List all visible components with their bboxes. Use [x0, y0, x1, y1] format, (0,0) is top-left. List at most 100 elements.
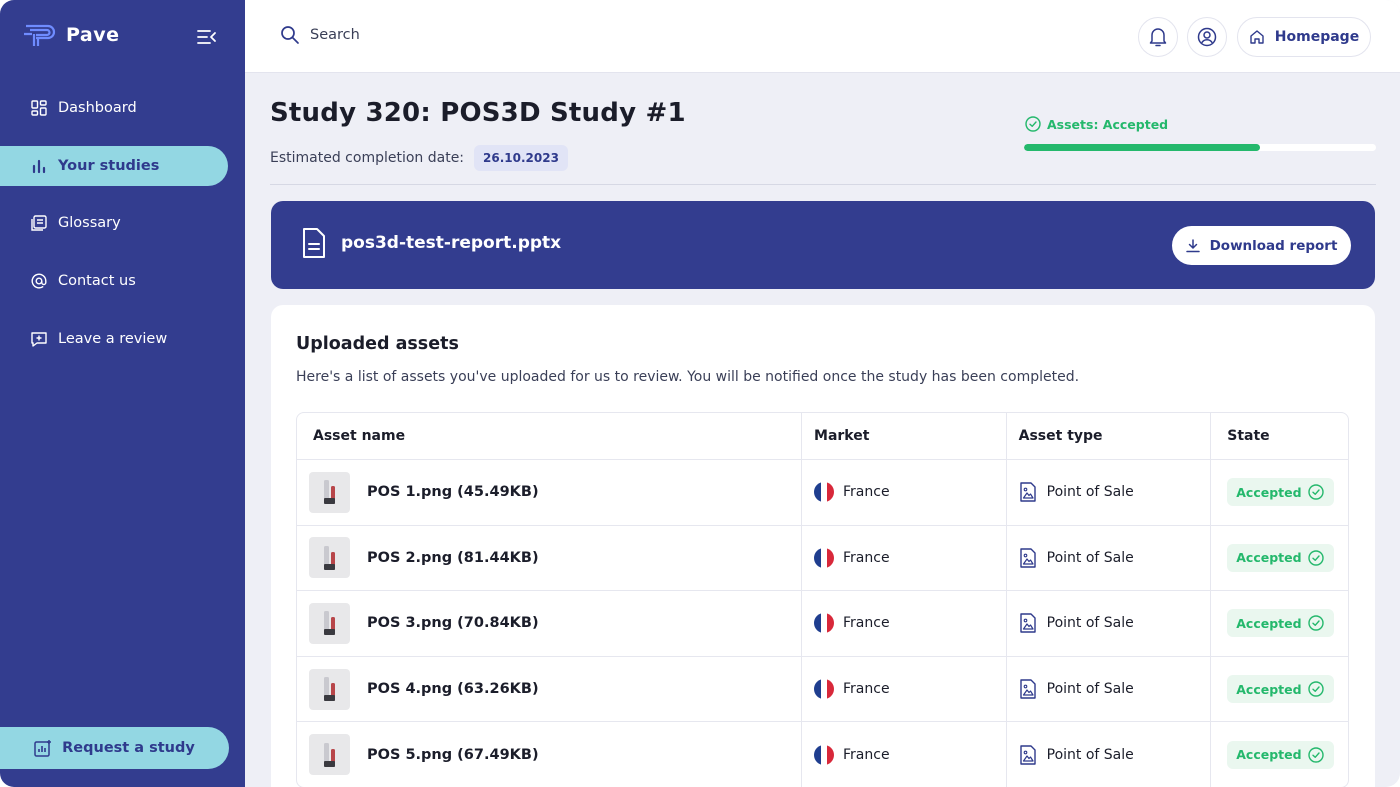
check-circle-icon: [1307, 615, 1324, 632]
france-flag-icon: [814, 547, 835, 568]
table-body: POS 1.png (45.49KB) France Point of Sale…: [297, 459, 1348, 787]
sidebar-item-leave-review[interactable]: Leave a review: [0, 319, 245, 359]
bell-icon: [1149, 28, 1167, 47]
check-circle-icon: [1307, 484, 1324, 500]
france-flag-icon: [814, 679, 835, 700]
asset-thumbnail[interactable]: [309, 537, 350, 579]
state-cell: Accepted: [1211, 722, 1348, 787]
table-row[interactable]: POS 4.png (63.26KB) France Point of Sale…: [297, 655, 1348, 722]
homepage-button[interactable]: Homepage: [1237, 17, 1371, 57]
state-label: Accepted: [1236, 484, 1302, 500]
homepage-label: Homepage: [1274, 29, 1360, 45]
france-flag-icon: [814, 744, 835, 765]
asset-type-cell: Point of Sale: [1007, 656, 1212, 722]
market-name: France: [843, 484, 890, 501]
study-progress-bar: [1024, 144, 1376, 151]
column-header-state[interactable]: State: [1211, 413, 1348, 459]
request-chart-icon: [34, 740, 52, 757]
asset-type-cell: Point of Sale: [1007, 460, 1212, 525]
study-status: Assets: Accepted: [1025, 116, 1168, 132]
asset-type: Point of Sale: [1046, 484, 1134, 501]
sidebar-item-label: Contact us: [58, 273, 136, 290]
asset-type-cell: Point of Sale: [1007, 722, 1212, 787]
sidebar-item-contact-us[interactable]: Contact us: [0, 261, 245, 301]
state-badge: Accepted: [1227, 478, 1334, 507]
column-header-asset-type[interactable]: Asset type: [1007, 413, 1212, 459]
state-badge: Accepted: [1227, 675, 1334, 704]
market-cell: France: [802, 722, 1007, 787]
table-row[interactable]: POS 5.png (67.49KB) France Point of Sale…: [297, 721, 1348, 787]
state-label: Accepted: [1236, 681, 1302, 697]
asset-name[interactable]: POS 3.png (70.84KB): [367, 615, 539, 631]
home-icon: [1250, 30, 1264, 44]
sidebar-item-glossary[interactable]: Glossary: [0, 203, 245, 243]
pave-logo-icon: [24, 24, 56, 46]
assets-table: Asset name Market Asset type State POS 1…: [296, 412, 1349, 787]
table-row[interactable]: POS 3.png (70.84KB) France Point of Sale…: [297, 590, 1348, 656]
sidebar-nav: Dashboard Your studies Glossary Contact …: [0, 88, 245, 376]
request-study-label: Request a study: [62, 740, 195, 756]
state-label: Accepted: [1236, 615, 1302, 631]
column-header-market[interactable]: Market: [802, 413, 1007, 459]
asset-name[interactable]: POS 1.png (45.49KB): [367, 484, 539, 500]
asset-name-cell: POS 5.png (67.49KB): [297, 722, 803, 787]
collapse-menu-icon: [197, 30, 216, 44]
table-header: Asset name Market Asset type State: [297, 413, 1348, 459]
point-of-sale-icon: [1019, 548, 1037, 568]
column-header-asset-name[interactable]: Asset name: [297, 413, 803, 459]
market-name: France: [843, 681, 890, 698]
market-cell: France: [802, 656, 1007, 722]
request-study-button[interactable]: Request a study: [0, 727, 229, 769]
state-cell: Accepted: [1211, 591, 1348, 656]
france-flag-icon: [814, 613, 835, 634]
search-input[interactable]: Search: [280, 25, 360, 45]
sidebar-item-dashboard[interactable]: Dashboard: [0, 88, 245, 128]
logo[interactable]: Pave: [24, 22, 120, 48]
market-cell: France: [802, 591, 1007, 656]
profile-button[interactable]: [1187, 17, 1227, 57]
app-window: Pave Dashboard Your studies Glossary Con…: [0, 0, 1400, 787]
check-circle-icon: [1307, 681, 1324, 697]
section-description: Here's a list of assets you've uploaded …: [296, 369, 1080, 385]
sidebar-item-your-studies[interactable]: Your studies: [0, 145, 228, 186]
table-row[interactable]: POS 2.png (81.44KB) France Point of Sale…: [297, 524, 1348, 591]
notifications-button[interactable]: [1138, 17, 1178, 57]
france-flag-icon: [814, 482, 835, 503]
asset-thumbnail[interactable]: [309, 471, 350, 513]
asset-name[interactable]: POS 4.png (63.26KB): [367, 681, 539, 697]
product-thumbnail-icon: [323, 742, 335, 767]
study-progress-fill: [1024, 144, 1260, 151]
point-of-sale-icon: [1019, 744, 1037, 765]
page-title: Study 320: POS3D Study #1: [270, 98, 686, 128]
collapse-sidebar-button[interactable]: [196, 26, 220, 48]
asset-name[interactable]: POS 5.png (67.49KB): [367, 747, 539, 763]
at-icon: [30, 272, 48, 290]
asset-name-cell: POS 2.png (81.44KB): [297, 525, 803, 591]
asset-thumbnail[interactable]: [309, 602, 350, 644]
estimated-completion-label: Estimated completion date:: [270, 150, 465, 166]
asset-name[interactable]: POS 2.png (81.44KB): [367, 550, 539, 566]
market-cell: France: [802, 460, 1007, 525]
product-thumbnail-icon: [323, 545, 335, 570]
download-report-button[interactable]: Download report: [1172, 226, 1351, 265]
check-circle-icon: [1025, 116, 1041, 132]
dashboard-icon: [30, 99, 48, 117]
market-name: France: [843, 615, 890, 632]
asset-thumbnail[interactable]: [309, 734, 350, 776]
market-cell: France: [802, 525, 1007, 591]
app-name: Pave: [66, 24, 120, 46]
product-thumbnail-icon: [323, 611, 335, 636]
point-of-sale-icon: [1019, 613, 1037, 634]
asset-name-cell: POS 1.png (45.49KB): [297, 460, 803, 525]
check-circle-icon: [1307, 746, 1324, 763]
table-row[interactable]: POS 1.png (45.49KB) France Point of Sale…: [297, 459, 1348, 525]
report-file: pos3d-test-report.pptx: [301, 227, 561, 259]
divider: [270, 184, 1376, 185]
market-name: France: [843, 549, 890, 566]
book-icon: [30, 214, 48, 232]
review-icon: [30, 330, 48, 348]
product-thumbnail-icon: [323, 677, 335, 702]
asset-thumbnail[interactable]: [309, 668, 350, 710]
asset-type: Point of Sale: [1046, 746, 1134, 763]
completion-date-badge: 26.10.2023: [474, 145, 568, 171]
